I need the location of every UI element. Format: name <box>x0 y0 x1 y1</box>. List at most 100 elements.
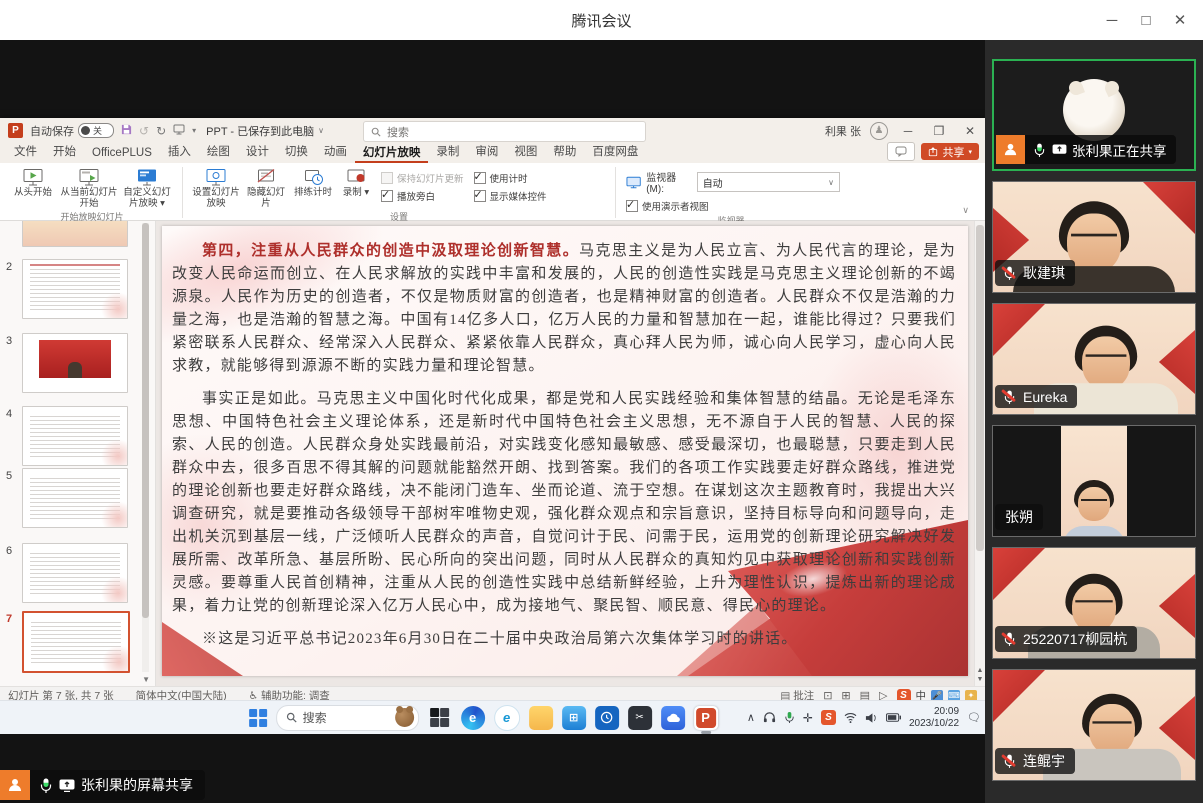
cloud-app-icon[interactable] <box>661 706 685 730</box>
tab-draw[interactable]: 绘图 <box>199 141 238 163</box>
tab-record[interactable]: 录制 <box>428 141 467 163</box>
maximize-button[interactable]: □ <box>1131 5 1161 35</box>
current-slide-canvas[interactable]: 第四，注重从人民群众的创造中汲取理论创新智慧。马克思主义是为人民立言、为人民代言… <box>162 226 968 676</box>
notification-center-icon[interactable]: 🗨 <box>967 711 981 724</box>
tab-insert[interactable]: 插入 <box>160 141 199 163</box>
custom-slideshow-button[interactable]: 自定义幻灯片放映 ▾ <box>120 165 174 209</box>
slide-thumbnail-5[interactable] <box>22 468 128 528</box>
battery-icon[interactable] <box>886 713 901 722</box>
ppt-minimize-button[interactable]: ─ <box>897 124 919 138</box>
slide-thumbnail-6[interactable] <box>22 543 128 603</box>
autosave-toggle[interactable]: 自动保存 关 <box>30 123 114 139</box>
monitor-dropdown[interactable]: 自动 ∨ <box>697 172 840 192</box>
scroll-down-arrow-icon[interactable]: ▼ <box>142 675 150 684</box>
hide-slide-button[interactable]: 隐藏幻灯片 <box>245 165 287 209</box>
tab-design[interactable]: 设计 <box>238 141 277 163</box>
customize-qat-icon[interactable]: ▾ <box>192 127 196 135</box>
powerpoint-taskbar-icon[interactable]: P <box>694 706 718 730</box>
slide-thumbnail-2[interactable] <box>22 259 128 319</box>
participant-tile-gengjianqi[interactable]: 耿建琪 <box>992 181 1196 293</box>
tab-baidu-netdisk[interactable]: 百度网盘 <box>584 141 646 163</box>
tab-officeplus[interactable]: OfficePLUS <box>84 145 160 163</box>
thumbnail-decoration <box>102 645 130 673</box>
sogou-tray-icon[interactable]: S <box>821 710 836 725</box>
snipping-tool-icon[interactable]: ✂ <box>628 706 652 730</box>
slideshow-icon[interactable] <box>173 124 185 137</box>
tray-mic-icon[interactable] <box>784 711 795 724</box>
participant-name: 连鲲宇 <box>1023 751 1065 771</box>
headset-icon[interactable] <box>763 711 776 724</box>
autosave-switch[interactable]: 关 <box>78 123 114 138</box>
participant-name-pill: 25220717柳园杭 <box>995 626 1137 652</box>
thumbnail-scrollbar[interactable] <box>142 223 149 672</box>
file-explorer-icon[interactable] <box>529 706 553 730</box>
record-button[interactable]: 录制 ▾ <box>339 165 373 199</box>
participant-tile-liuyuanhang[interactable]: 25220717柳园杭 <box>992 547 1196 659</box>
save-icon[interactable] <box>121 124 132 137</box>
checkbox-keep-slides-updated[interactable]: 保持幻灯片更新 <box>381 171 464 185</box>
ie-browser-icon[interactable]: e <box>494 705 520 731</box>
todesk-icon[interactable]: ✛ <box>803 711 813 725</box>
collapse-ribbon-icon[interactable]: ∨ <box>962 205 969 216</box>
tab-slideshow[interactable]: 幻灯片放映 <box>355 142 429 164</box>
start-button[interactable] <box>249 709 267 727</box>
setup-slideshow-button[interactable]: 设置幻灯片放映 <box>189 165 243 209</box>
thumbnail-decoration <box>101 292 128 319</box>
slide-paragraph-2: 事实正是如此。马克思主义中国化时代化成果，都是党和人民实践经验和集体智慧的结晶。… <box>172 388 956 618</box>
slide-thumbnail-7-selected[interactable] <box>22 611 130 673</box>
slide-thumbnail-3[interactable] <box>22 333 128 393</box>
slide-thumbnail-1-partial[interactable] <box>22 221 128 247</box>
from-beginning-button[interactable]: 从头开始 <box>8 165 58 199</box>
user-avatar-icon[interactable]: ♟ <box>870 122 888 140</box>
mic-muted-icon <box>1002 753 1017 770</box>
ribbon-group-setup: 设置幻灯片放映 隐藏幻灯片 排练计时 <box>185 165 613 220</box>
tray-expand-icon[interactable]: ∧ <box>747 711 755 724</box>
slide-number: 3 <box>6 335 19 347</box>
from-current-slide-button[interactable]: 从当前幻灯片开始 <box>60 165 118 209</box>
thumbnail-decoration <box>101 501 128 528</box>
undo-icon[interactable]: ↺ <box>139 125 149 137</box>
ppt-restore-button[interactable]: ❐ <box>928 124 950 138</box>
participant-tile-zhangshuo[interactable]: 张朔 <box>992 425 1196 537</box>
tab-transitions[interactable]: 切换 <box>277 141 316 163</box>
tab-view[interactable]: 视图 <box>506 141 545 163</box>
task-view-button[interactable] <box>428 706 452 730</box>
close-button[interactable]: ✕ <box>1165 5 1195 35</box>
participant-tile-liankunyu[interactable]: 连鲲宇 <box>992 669 1196 781</box>
slide-thumbnail-4[interactable] <box>22 406 128 466</box>
checkbox-use-presenter-view[interactable]: 使用演示者视图 <box>626 199 709 213</box>
microsoft-store-icon[interactable]: ⊞ <box>562 706 586 730</box>
tab-help[interactable]: 帮助 <box>545 141 584 163</box>
chevron-down-icon: ∨ <box>828 178 834 187</box>
participant-tile-zhangliguo[interactable]: 张利果正在共享 <box>992 59 1196 171</box>
document-title[interactable]: PPT - 已保存到此电脑 ∨ <box>206 123 324 139</box>
ppt-search-box[interactable]: 搜索 <box>363 121 646 142</box>
checkbox-use-timings[interactable]: 使用计时 <box>474 171 547 185</box>
taskbar-search-box[interactable]: 搜索 <box>276 705 419 731</box>
tray-clock[interactable]: 20:09 2023/10/22 <box>909 706 959 730</box>
slide-scrollbar[interactable]: ▲▼ <box>974 221 985 686</box>
edge-browser-icon[interactable]: e <box>461 706 485 730</box>
tab-file[interactable]: 文件 <box>6 141 45 163</box>
ribbon-group-start: 从头开始 从当前幻灯片开始 自定义幻灯片放映 ▾ <box>4 165 180 220</box>
participant-tile-eureka[interactable]: Eureka <box>992 303 1196 415</box>
tab-animations[interactable]: 动画 <box>316 141 355 163</box>
redo-icon[interactable]: ↻ <box>156 125 166 137</box>
ppt-close-button[interactable]: ✕ <box>959 124 981 138</box>
share-indicator-pill[interactable]: 张利果的屏幕共享 <box>30 770 205 800</box>
checkbox-icon <box>626 200 638 212</box>
checkbox-icon <box>474 190 486 202</box>
clock-app-icon[interactable] <box>595 706 619 730</box>
checkbox-show-media-controls[interactable]: 显示媒体控件 <box>474 189 547 203</box>
minimize-button[interactable]: ─ <box>1097 5 1127 35</box>
speaker-icon[interactable] <box>865 712 878 724</box>
tab-review[interactable]: 审阅 <box>467 141 506 163</box>
comments-button[interactable] <box>887 142 915 161</box>
slide-nav-arrows[interactable]: ▲▼ <box>975 666 985 684</box>
screen-share-icon <box>59 779 75 792</box>
share-button[interactable]: 共享 ▾ <box>921 143 979 160</box>
tab-home[interactable]: 开始 <box>45 141 84 163</box>
checkbox-play-narrations[interactable]: 播放旁白 <box>381 189 464 203</box>
rehearse-timings-button[interactable]: 排练计时 <box>289 165 337 199</box>
wifi-icon[interactable] <box>844 712 857 723</box>
